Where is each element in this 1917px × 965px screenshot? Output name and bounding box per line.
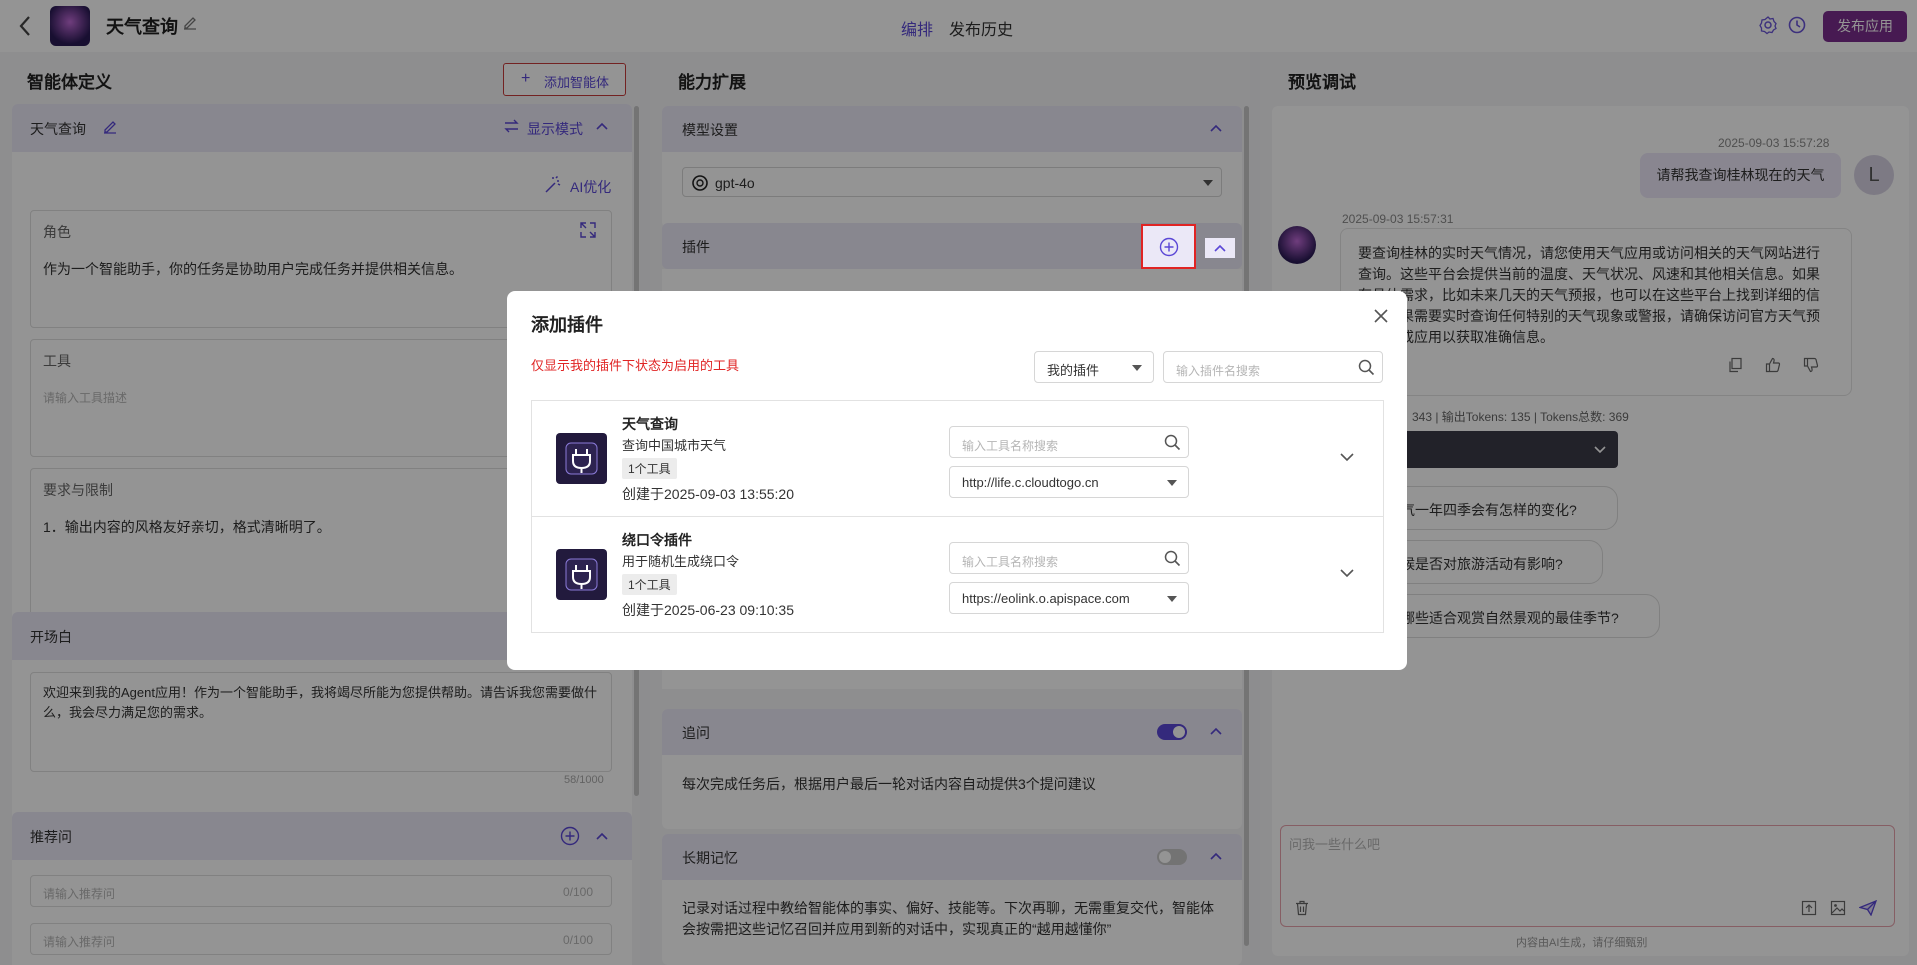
add-plugin-highlight[interactable] [1141, 224, 1196, 269]
plugin-tool-count: 1个工具 [622, 458, 677, 479]
plugin-url-select[interactable]: http://life.c.cloudtogo.cn [949, 466, 1189, 498]
dropdown-caret-icon [1167, 480, 1177, 486]
plugin-name: 绕口令插件 [622, 532, 692, 548]
plugin-row[interactable]: 绕口令插件 用于随机生成绕口令 1个工具 创建于2025-06-23 09:10… [531, 516, 1384, 633]
modal-title: 添加插件 [531, 315, 603, 335]
tool-search-input[interactable]: 输入工具名称搜索 [949, 542, 1189, 574]
plugin-desc: 查询中国城市天气 [622, 438, 727, 453]
plugin-logo [556, 549, 607, 600]
search-icon[interactable] [1164, 550, 1181, 567]
plugin-search-input[interactable]: 输入插件名搜索 [1163, 351, 1383, 383]
close-icon[interactable] [1373, 308, 1389, 324]
dropdown-caret-icon [1132, 365, 1142, 371]
expand-chevron-icon[interactable] [1340, 453, 1354, 462]
plugin-created: 创建于2025-09-03 13:55:20 [622, 486, 794, 502]
plugin-tool-count: 1个工具 [622, 574, 677, 595]
tool-search-input[interactable]: 输入工具名称搜索 [949, 426, 1189, 458]
add-plugin-icon[interactable] [1159, 237, 1179, 257]
modal-notice: 仅显示我的插件下状态为启用的工具 [531, 358, 740, 373]
plugin-row[interactable]: 天气查询 查询中国城市天气 1个工具 创建于2025-09-03 13:55:2… [531, 400, 1384, 517]
collapse-chevron-icon[interactable] [1214, 244, 1226, 252]
plugin-name: 天气查询 [622, 416, 678, 432]
expand-chevron-icon[interactable] [1340, 569, 1354, 578]
plugin-logo [556, 433, 607, 484]
search-icon[interactable] [1358, 359, 1375, 376]
plugin-desc: 用于随机生成绕口令 [622, 554, 740, 569]
add-plugin-modal: 添加插件 仅显示我的插件下状态为启用的工具 我的插件 输入插件名搜索 天气查询 … [507, 291, 1407, 670]
plugin-url-select[interactable]: https://eolink.o.apispace.com [949, 582, 1189, 614]
dropdown-caret-icon [1167, 596, 1177, 602]
search-icon[interactable] [1164, 434, 1181, 451]
plugin-filter-select[interactable]: 我的插件 [1034, 351, 1154, 383]
plugin-created: 创建于2025-06-23 09:10:35 [622, 602, 794, 618]
plugins-collapse-area [1205, 238, 1235, 258]
